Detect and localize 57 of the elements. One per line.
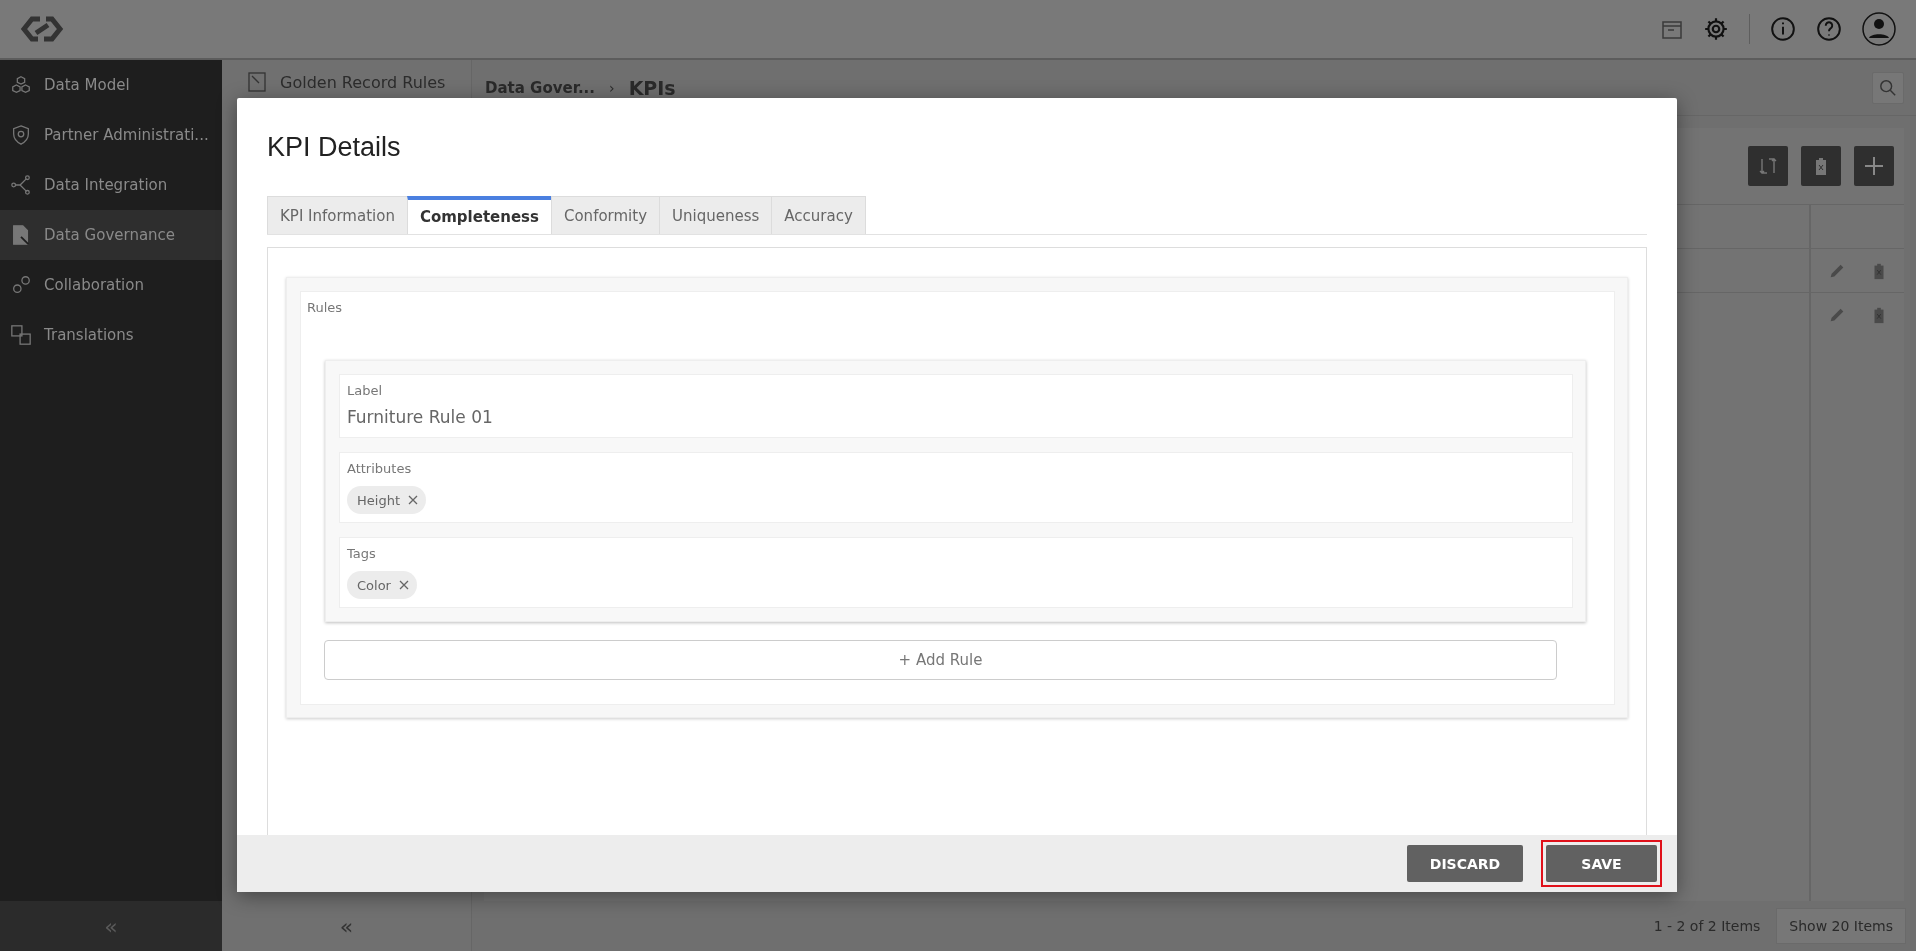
sidebar-item[interactable]: Translations (0, 310, 222, 360)
info-icon[interactable] (1770, 16, 1796, 42)
sidebar-item[interactable]: Collaboration (0, 260, 222, 310)
tab[interactable]: Uniqueness (659, 196, 773, 234)
logo[interactable] (20, 15, 64, 43)
sidebar-item[interactable]: Data Integration (0, 160, 222, 210)
panel-item[interactable]: Golden Record Rules (222, 60, 471, 116)
pagination-summary: 1 - 2 of 2 Items (1653, 918, 1761, 934)
breadcrumb-current: KPIs (628, 76, 676, 99)
delete-button[interactable] (1801, 146, 1841, 186)
breadcrumb-link[interactable]: Data Gover... (485, 78, 595, 97)
attributes-field[interactable]: Attributes Height (339, 452, 1573, 523)
panel-item-label: Golden Record Rules (280, 72, 446, 92)
document-icon (10, 224, 32, 246)
user-avatar-icon[interactable] (1862, 12, 1896, 46)
add-button[interactable] (1854, 146, 1894, 186)
discard-button[interactable]: DISCARD (1407, 845, 1523, 882)
page-size-button[interactable]: Show 20 Items (1776, 908, 1906, 944)
save-button[interactable]: SAVE (1546, 845, 1657, 882)
field-caption: Tags (347, 546, 377, 561)
sidebar-item-label: Data Model (44, 76, 130, 94)
shield-icon (10, 124, 32, 146)
chip-label: Height (357, 492, 400, 508)
field-caption: Attributes (347, 461, 413, 476)
remove-icon[interactable] (398, 580, 409, 590)
package-icon[interactable] (1661, 18, 1683, 40)
search-icon (1879, 78, 1897, 97)
tab[interactable]: Accuracy (771, 196, 866, 234)
cubes-icon (10, 74, 32, 96)
sidebar-item-label: Data Integration (44, 176, 168, 194)
section-title: Rules (307, 300, 344, 317)
sidebar-item-label: Data Governance (44, 226, 176, 244)
sync-icon (1757, 155, 1779, 177)
dialog-title: KPI Details (267, 131, 402, 164)
tab[interactable]: KPI Information (267, 196, 408, 234)
field-value: Furniture Rule 01 (347, 407, 494, 427)
sidebar-item[interactable]: Partner Administrati... (0, 110, 222, 160)
help-icon[interactable] (1816, 16, 1842, 42)
breadcrumb-separator: › (609, 79, 615, 96)
sidebar-item-label: Translations (44, 326, 134, 344)
settings-icon[interactable] (1703, 16, 1729, 42)
tags-field[interactable]: Tags Color (339, 537, 1573, 608)
tab[interactable]: Conformity (550, 196, 661, 234)
sidebar-item-label: Collaboration (44, 276, 144, 294)
refresh-button[interactable] (1748, 146, 1788, 186)
add-rule-button[interactable]: + Add Rule (324, 640, 1557, 680)
remove-icon[interactable] (408, 495, 418, 505)
plus-icon (1863, 155, 1885, 177)
search-button[interactable] (1872, 71, 1904, 104)
sidebar-item-label: Partner Administrati... (44, 126, 209, 144)
rules-icon (248, 72, 266, 92)
sidebar-item[interactable]: Data Governance (0, 210, 222, 260)
share-icon (10, 174, 32, 196)
field-caption: Label (347, 383, 384, 398)
label-field[interactable]: Label Furniture Rule 01 (339, 374, 1573, 438)
chip-label: Color (357, 577, 391, 593)
sidebar-item[interactable]: Data Model (0, 60, 222, 110)
